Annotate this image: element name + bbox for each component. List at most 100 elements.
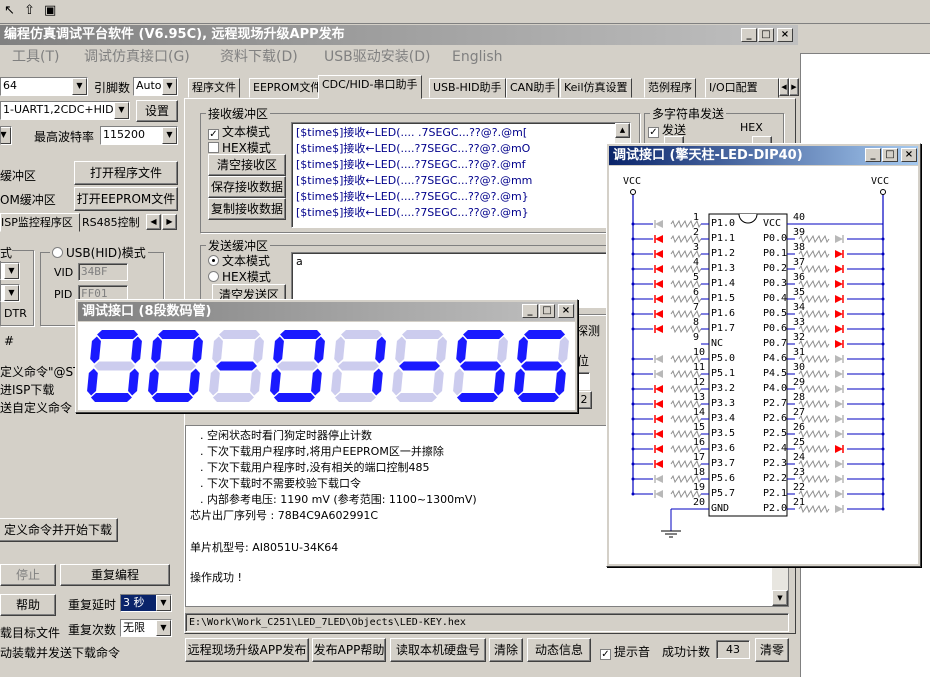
segment-f [90,336,101,364]
scroll-down-icon[interactable]: ▼ [772,590,788,606]
file-path-field[interactable]: E:\Work\Work_C251\LED_7LED\Objects\LED-K… [185,613,789,632]
segment-g [399,361,440,371]
pid-label: PID [54,288,73,301]
repeat-count-select[interactable]: 无限 ▼ [120,619,172,637]
clear-button[interactable]: 清除 [489,638,523,662]
usb-hid-mode-radio[interactable]: USB(HID)模式 [50,244,148,261]
repeat-delay-select[interactable]: 3 秒 ▼ [120,594,172,612]
mode-select-2[interactable]: ▼ [0,284,20,302]
tab-scroll-left-right[interactable]: ◀ [779,78,789,96]
small-select[interactable]: ▼ [0,126,12,145]
partial-button[interactable]: 2 [576,391,592,409]
right-junction [881,507,885,511]
tab-usb-hid[interactable]: USB-HID助手 [429,78,506,98]
beep-checkbox[interactable]: ✓ 提示音 [600,643,650,660]
segment-e [148,368,159,396]
minimize-button[interactable]: _ [741,28,757,42]
reset-count-button[interactable]: 清零 [755,638,789,662]
menu-usb-driver[interactable]: USB驱动安装(D) [324,46,430,68]
tab-program-file[interactable]: 程序文件 [188,78,240,98]
help-button[interactable]: 帮助 [0,594,56,616]
tab-scroll-left[interactable]: ◀ [146,214,161,230]
tab-scroll-right-right[interactable]: ▶ [789,78,799,96]
tab-eeprom-file[interactable]: EEPROM文件 [249,78,326,98]
seg-window-title-bar[interactable]: 调试接口 (8段数码管) [78,302,575,321]
send-text-mode-radio[interactable]: 文本模式 [208,252,270,269]
pin-name: P0.6 [763,323,788,334]
tab-cdc-hid-serial[interactable]: CDC/HID-串口助手 [318,75,422,99]
right-led-30 [835,370,843,378]
segment-b [375,336,386,364]
arrow-icon[interactable]: ↖ [4,3,15,18]
right-junction [881,357,885,361]
mode-select-1[interactable]: ▼ [0,262,20,280]
menu-english[interactable]: English [452,46,503,68]
chip-select[interactable]: 64 ▼ [0,77,88,96]
tab-scroll-right[interactable]: ▶ [162,214,177,230]
right-junction [881,297,885,301]
dip-close-button[interactable]: × [901,148,917,162]
tab-isp-monitor[interactable]: ISP监控程序区 [0,213,80,232]
partial-input[interactable] [576,372,590,390]
reprogram-button[interactable]: 重复编程 [60,564,170,586]
main-title-bar[interactable]: 编程仿真调试平台软件 (V6.95C), 远程现场升级APP发布 [0,25,798,45]
settings-button[interactable]: 设置 [136,100,178,122]
pin-name: P4.0 [763,383,788,394]
seg-close-button[interactable]: × [558,304,574,318]
auto-load-label: 动装载并发送下载命令 [0,646,121,660]
folder-icon[interactable]: ▣ [44,3,56,18]
seg-minimize-button[interactable]: _ [522,304,538,318]
stop-button[interactable]: 停止 [0,564,56,586]
chevron-down-icon: ▼ [162,78,177,95]
read-disk-button[interactable]: 读取本机硬盘号 [390,638,486,662]
tab-can[interactable]: CAN助手 [506,78,560,98]
scroll-up-icon[interactable]: ▲ [615,123,630,138]
vcc-node-left [630,189,636,195]
start-custom-download-button[interactable]: 定义命令并开始下载 [0,518,118,542]
pin-name: GND [711,503,730,514]
pin-count-select[interactable]: Auto ▼ [133,77,178,96]
detect-label[interactable]: 探测 [576,322,600,339]
menu-debug-interface[interactable]: 调试仿真接口(G) [84,46,190,68]
seg-maximize-button[interactable]: □ [539,304,555,318]
recv-text-mode-checkbox[interactable]: ✓ 文本模式 [208,123,270,140]
menu-downloads[interactable]: 资料下载(D) [220,46,298,68]
open-program-file-button[interactable]: 打开程序文件 [74,161,178,185]
right-led-28 [835,400,843,408]
segment-a [97,330,139,339]
segment-f [334,336,345,364]
max-baud-select[interactable]: 115200 ▼ [100,126,178,145]
copy-receive-button[interactable]: 复制接收数据 [208,198,286,220]
close-button[interactable]: × [777,28,793,42]
dip-maximize-button[interactable]: □ [882,148,898,162]
left-led-7 [655,310,663,318]
receive-line: [$time$]接收←LED(....?7SEGC...??@?.@mm [296,174,533,187]
left-junction [631,387,635,391]
pin-number: 9 [693,332,700,343]
right-junction [881,342,885,346]
remote-upgrade-button[interactable]: 远程现场升级APP发布 [185,638,309,662]
left-led-12 [655,385,663,393]
segment-c [311,368,322,396]
save-receive-button[interactable]: 保存接收数据 [208,176,286,198]
receive-textarea[interactable]: [$time$]接收←LED(.... .7SEGC...??@?.@m[ [$… [291,122,631,228]
segment-c [372,368,383,396]
dynamic-info-button[interactable]: 动态信息 [527,638,591,662]
port-select[interactable]: 1-UART1,2CDC+HID ▼ [0,101,130,120]
tab-examples[interactable]: 范例程序 [644,78,696,98]
tab-io-config[interactable]: I/O口配置 [705,78,779,98]
multi-hex-label: HEX [740,121,763,134]
chevron-down-icon: ▼ [114,102,129,119]
dip-minimize-button[interactable]: _ [865,148,881,162]
tool-icon[interactable]: ⇧ [24,3,35,18]
pin-number: 17 [693,452,706,463]
tab-keil-sim[interactable]: Keil仿真设置 [560,78,632,98]
vid-input[interactable]: 34BF [78,263,128,281]
open-eeprom-file-button[interactable]: 打开EEPROM文件 [74,187,178,211]
tab-rs485-control[interactable]: RS485控制 [82,214,144,232]
clear-receive-button[interactable]: 清空接收区 [208,154,286,176]
send-hex-mode-radio[interactable]: HEX模式 [208,268,271,285]
menu-tools[interactable]: 工具(T) [12,46,59,68]
maximize-button[interactable]: □ [758,28,774,42]
publish-help-button[interactable]: 发布APP帮助 [312,638,386,662]
